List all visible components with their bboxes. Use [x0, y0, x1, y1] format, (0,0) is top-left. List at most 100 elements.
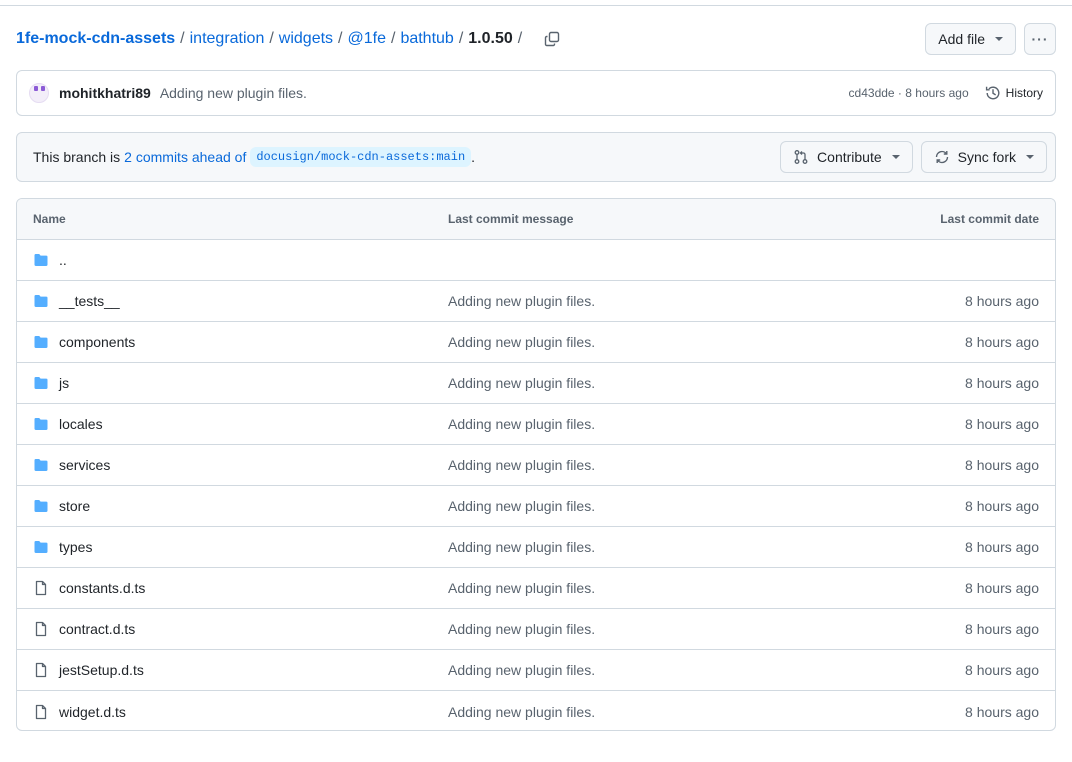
row-commit-date: 8 hours ago — [965, 457, 1039, 473]
table-row[interactable]: jestSetup.d.ts Adding new plugin files. 8 … — [17, 650, 1055, 691]
breadcrumb-separator: / — [390, 30, 396, 47]
branch-suffix: . — [471, 149, 476, 165]
file-table: Name Last commit message Last commit dat… — [16, 198, 1056, 731]
file-link[interactable]: constants.d.ts — [59, 580, 145, 596]
header-last-commit-message: Last commit message — [448, 212, 574, 226]
avatar[interactable] — [29, 83, 49, 103]
row-name-cell: js — [17, 375, 448, 391]
row-commit-date: 8 hours ago — [965, 621, 1039, 637]
copy-path-button[interactable] — [541, 28, 563, 50]
row-commit-message[interactable]: Adding new plugin files. — [448, 457, 848, 473]
file-icon — [33, 621, 49, 637]
commit-sha-link[interactable]: cd43dde — [849, 86, 895, 100]
table-row[interactable]: widget.d.ts Adding new plugin files. 8 hou… — [17, 691, 1055, 730]
folder-link[interactable]: components — [59, 334, 135, 350]
top-divider — [0, 5, 1072, 6]
file-icon — [33, 704, 49, 720]
breadcrumb-bathtub-link[interactable]: bathtub — [400, 29, 453, 49]
header-name: Name — [33, 212, 66, 226]
breadcrumb-current: 1.0.50 — [468, 30, 513, 47]
row-commit-date: 8 hours ago — [965, 293, 1039, 309]
row-commit-date: 8 hours ago — [965, 539, 1039, 555]
file-icon — [33, 580, 49, 596]
add-file-label: Add file — [938, 31, 985, 47]
chevron-down-icon — [1026, 155, 1034, 159]
sync-icon — [935, 150, 948, 164]
folder-link[interactable]: locales — [59, 416, 103, 432]
file-link[interactable]: widget.d.ts — [59, 704, 126, 720]
file-link[interactable]: contract.d.ts — [59, 621, 135, 637]
table-row[interactable]: locales Adding new plugin files. 8 hours a… — [17, 404, 1055, 445]
row-commit-message[interactable]: Adding new plugin files. — [448, 662, 848, 678]
row-commit-message[interactable]: Adding new plugin files. — [448, 704, 848, 720]
table-row[interactable]: services Adding new plugin files. 8 hours … — [17, 445, 1055, 486]
table-header: Name Last commit message Last commit dat… — [17, 199, 1055, 240]
row-commit-date: 8 hours ago — [965, 662, 1039, 678]
row-commit-message[interactable]: Adding new plugin files. — [448, 375, 848, 391]
row-name-cell: components — [17, 334, 448, 350]
row-commit-message[interactable]: Adding new plugin files. — [448, 621, 848, 637]
row-name-cell: .. — [17, 252, 448, 268]
row-commit-message[interactable]: Adding new plugin files. — [448, 498, 848, 514]
contribute-button[interactable]: Contribute — [780, 141, 913, 173]
history-label: History — [1005, 86, 1043, 100]
row-name-cell: store — [17, 498, 448, 514]
folder-link[interactable]: .. — [59, 252, 67, 268]
breadcrumb-separator: / — [180, 30, 185, 47]
folder-link[interactable]: services — [59, 457, 110, 473]
breadcrumb-integration-link[interactable]: integration — [190, 29, 265, 49]
chevron-down-icon — [891, 155, 900, 159]
git-pull-request-icon — [794, 150, 808, 164]
sync-fork-button[interactable]: Sync fork — [920, 141, 1047, 173]
copy-icon — [545, 31, 560, 47]
breadcrumb-1fe-link[interactable]: @1fe — [348, 29, 386, 49]
table-row[interactable]: constants.d.ts Adding new plugin files. 8 … — [17, 568, 1055, 609]
add-file-button[interactable]: Add file — [925, 23, 1016, 55]
table-row[interactable]: .. — [17, 240, 1055, 281]
history-button[interactable]: History — [985, 85, 1043, 101]
folder-link[interactable]: store — [59, 498, 90, 514]
row-commit-message[interactable]: Adding new plugin files. — [448, 580, 848, 596]
row-commit-date: 8 hours ago — [965, 498, 1039, 514]
row-commit-message[interactable]: Adding new plugin files. — [448, 334, 848, 350]
branch-prefix: This branch is — [33, 149, 121, 165]
row-commit-message[interactable]: Adding new plugin files. — [448, 416, 848, 432]
table-row[interactable]: contract.d.ts Adding new plugin files. 8 h… — [17, 609, 1055, 650]
commit-meta-separator: · — [894, 86, 906, 100]
file-link[interactable]: jestSetup.d.ts — [59, 662, 144, 678]
header-last-commit-date: Last commit date — [940, 212, 1039, 226]
breadcrumb-separator: / — [269, 30, 274, 47]
breadcrumb-repo-link[interactable]: 1fe-mock-cdn-assets — [16, 29, 175, 49]
row-name-cell: constants.d.ts — [17, 580, 448, 596]
commit-author-link[interactable]: mohitkhatri89 — [59, 85, 151, 101]
more-options-button[interactable]: ··· — [1024, 23, 1056, 55]
folder-link[interactable]: js — [59, 375, 69, 391]
row-name-cell: widget.d.ts — [17, 704, 448, 720]
row-commit-message[interactable]: Adding new plugin files. — [448, 539, 848, 555]
upstream-ref: docusign/mock-cdn-assets:main — [250, 147, 472, 167]
file-icon — [33, 662, 49, 678]
folder-icon — [33, 539, 49, 555]
table-row[interactable]: types Adding new plugin files. 8 hours ago — [17, 527, 1055, 568]
row-name-cell: __tests__ — [17, 293, 448, 309]
folder-icon — [33, 334, 49, 350]
row-name-cell: contract.d.ts — [17, 621, 448, 637]
row-commit-message[interactable]: Adding new plugin files. — [448, 293, 848, 309]
breadcrumb-separator: / — [338, 30, 343, 47]
folder-link[interactable]: __tests__ — [59, 293, 120, 309]
row-commit-date: 8 hours ago — [965, 703, 1039, 720]
row-commit-date: 8 hours ago — [965, 416, 1039, 432]
chevron-down-icon — [995, 37, 1003, 41]
table-row[interactable]: components Adding new plugin files. 8 hour… — [17, 322, 1055, 363]
table-row[interactable]: __tests__ Adding new plugin files. 8 hours… — [17, 281, 1055, 322]
row-commit-date: 8 hours ago — [965, 334, 1039, 350]
commits-ahead-link[interactable]: 2 commits ahead of — [124, 149, 246, 165]
folder-link[interactable]: types — [59, 539, 92, 555]
breadcrumb-widgets-link[interactable]: widgets — [279, 29, 333, 49]
breadcrumb: 1fe-mock-cdn-assets / integration / widg… — [16, 29, 527, 49]
table-body: .. __tests__ Adding new plugin files. 8 hou… — [17, 240, 1055, 730]
table-row[interactable]: store Adding new plugin files. 8 hours ago — [17, 486, 1055, 527]
commit-message-link[interactable]: Adding new plugin files. — [160, 85, 307, 101]
table-row[interactable]: js Adding new plugin files. 8 hours ago — [17, 363, 1055, 404]
latest-commit-box: mohitkhatri89 Adding new plugin files. c… — [16, 70, 1056, 116]
